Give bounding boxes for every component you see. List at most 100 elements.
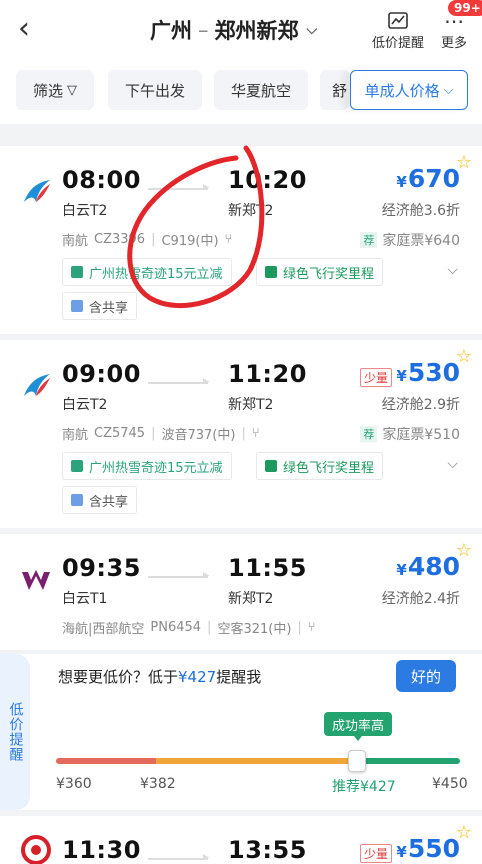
star-icon[interactable]: ☆ [456, 822, 472, 843]
flight-card[interactable]: 08:00 10:20 白云T2 新郑T2 ¥670 经济舱3.6折 ☆ 南航 … [0, 146, 482, 334]
arrival-time: 11:20 [228, 360, 307, 388]
arrival-airport: 新郑T2 [228, 591, 274, 607]
success-rate-tooltip: 成功率高 [324, 712, 392, 741]
low-stock-badge: 少量 [359, 844, 392, 863]
funnel-icon: ▽ [67, 82, 77, 98]
flight-info: 南航 CZ5745 | 波音737(中) | ⑂ [62, 426, 260, 443]
filter-button[interactable]: 筛选 ▽ [16, 70, 94, 110]
filter-airline[interactable]: 华夏航空 [214, 70, 308, 110]
airline-name: 南航 [62, 234, 89, 249]
price: ¥530 [396, 358, 460, 387]
star-icon[interactable]: ☆ [456, 540, 472, 561]
arrival-airport: 新郑T2 [228, 203, 274, 219]
destination-city: 郑州新郑 [214, 19, 299, 43]
price-alert-panel: 低价提醒 想要更低价？低于¥427提醒我 好的 成功率高 ¥360 ¥382 推… [0, 654, 482, 810]
recommend-tag: 荐 [360, 232, 378, 248]
recommend-tag: 荐 [360, 426, 378, 442]
promo-tag: 广州热雪奇迹15元立减 [62, 452, 232, 480]
flight-card[interactable]: 09:35 11:55 白云T1 新郑T2 ¥480 经济舱2.4折 ☆ 海航|… [0, 534, 482, 650]
tick-label: ¥450 [432, 776, 468, 792]
chevron-down-icon[interactable]: ⌵ [447, 456, 458, 472]
sort-label: 单成人价格 [364, 81, 440, 100]
family-fare-label: 家庭票¥510 [382, 427, 460, 443]
sort-dropdown[interactable]: 单成人价格 ⌵ [350, 70, 468, 110]
flight-info: 海航|西部航空 PN6454 | 空客321(中) | ⑂ [62, 620, 316, 637]
price-alert-button[interactable]: 低价提醒 [370, 10, 426, 51]
flight-info: 南航 CZ3396 | C919(中) ⑂ [62, 232, 233, 249]
low-stock-badge: 少量 [359, 368, 392, 387]
arrival-time: 13:55 [228, 836, 307, 864]
more-button[interactable]: ⋯ 更多 [432, 10, 476, 51]
route-title[interactable]: 广州 – 郑州新郑 ⌵ [150, 14, 317, 46]
star-icon[interactable]: ☆ [456, 152, 472, 173]
price-slider-handle[interactable] [348, 750, 366, 772]
arrival-time: 10:20 [228, 166, 307, 194]
codeshare-tag: 含共享 [62, 292, 138, 320]
route-arrow [148, 378, 210, 384]
family-fare[interactable]: 荐 家庭票¥510 [360, 424, 460, 444]
route-dash: – [198, 18, 209, 42]
departure-time: 08:00 [62, 166, 141, 194]
trend-chart-icon [370, 10, 426, 32]
price-range-mid [156, 758, 356, 764]
origin-city: 广州 [150, 19, 192, 43]
price: ¥670 [396, 164, 460, 193]
family-fare[interactable]: 荐 家庭票¥640 [360, 230, 460, 250]
codeshare-tag: 含共享 [62, 486, 138, 514]
aircraft-type: 空客321(中) [217, 622, 292, 637]
china-southern-logo-icon [24, 180, 50, 202]
tick-label-recommended: 推荐¥427 [332, 779, 396, 795]
filter-afternoon[interactable]: 下午出发 [108, 70, 202, 110]
price-alert-side-tab[interactable]: 低价提醒 [0, 654, 30, 810]
departure-airport: 白云T1 [62, 591, 108, 607]
airline-name: 南航 [62, 428, 89, 443]
chevron-down-icon: ⌵ [443, 82, 454, 98]
departure-time: 09:00 [62, 360, 141, 388]
china-southern-logo-icon [24, 374, 50, 396]
tick-label: ¥382 [140, 776, 176, 792]
top-bar: ‹ 广州 – 郑州新郑 ⌵ 低价提醒 ⋯ 更多 99+ [0, 0, 482, 62]
green-flight-tag: 绿色飞行奖里程 [256, 452, 384, 480]
hainan-airlines-logo-icon [21, 835, 51, 864]
price: ¥480 [396, 552, 460, 581]
promo-icon [71, 460, 83, 472]
filter-bar: 筛选 ▽ 下午出发 华夏航空 舒 单成人价格 ⌵ [0, 62, 482, 124]
cabin-discount: 经济舱3.6折 [381, 203, 460, 219]
price: ¥550 [396, 834, 460, 863]
more-label: 更多 [440, 36, 467, 51]
route-arrow [148, 572, 210, 578]
leaf-icon [265, 266, 277, 278]
route-arrow [148, 184, 210, 190]
tick-label: ¥360 [56, 776, 92, 792]
price-range-high [356, 758, 460, 764]
alert-question: 想要更低价？低于¥427提醒我 [58, 668, 262, 686]
chevron-down-icon: ⌵ [306, 22, 318, 38]
meal-icon: ⑂ [251, 426, 260, 441]
meal-icon: ⑂ [307, 620, 316, 635]
chevron-left-icon: ‹ [18, 11, 30, 46]
aircraft-type: C919(中) [161, 234, 219, 249]
departure-airport: 白云T2 [62, 397, 108, 413]
route-arrow [148, 854, 210, 860]
promo-tag: 广州热雪奇迹15元立减 [62, 258, 232, 286]
plane-icon [71, 494, 83, 506]
price-range-low [56, 758, 156, 764]
flight-card[interactable]: 09:00 11:20 白云T2 新郑T2 少量 ¥530 经济舱2.9折 ☆ … [0, 340, 482, 528]
star-icon[interactable]: ☆ [456, 346, 472, 367]
airline-name: 海航|西部航空 [62, 622, 145, 637]
message-badge: 99+ [448, 0, 482, 16]
filter-partial[interactable]: 舒 [320, 70, 350, 110]
meal-icon: ⑂ [224, 232, 233, 247]
family-fare-label: 家庭票¥640 [382, 233, 460, 249]
chevron-down-icon[interactable]: ⌵ [447, 262, 458, 278]
departure-time: 11:30 [62, 836, 141, 864]
flight-number: CZ3396 [94, 232, 146, 247]
arrival-airport: 新郑T2 [228, 397, 274, 413]
green-flight-tag: 绿色飞行奖里程 [256, 258, 384, 286]
aircraft-type: 波音737(中) [161, 428, 236, 443]
leaf-icon [265, 460, 277, 472]
cabin-discount: 经济舱2.9折 [381, 397, 460, 413]
flight-card[interactable]: 11:30 13:55 少量 ¥550 ☆ [0, 816, 482, 864]
back-button[interactable]: ‹ [18, 14, 46, 44]
ok-button[interactable]: 好的 [396, 660, 456, 692]
